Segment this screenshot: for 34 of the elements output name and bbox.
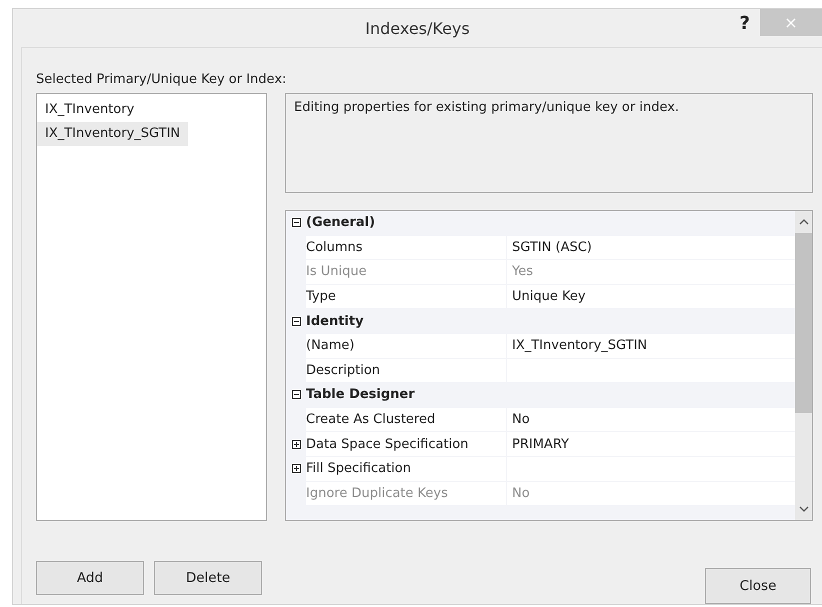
scroll-up-icon[interactable]: [798, 219, 808, 225]
category-label: Identity: [306, 314, 364, 329]
delete-button[interactable]: Delete: [154, 561, 262, 595]
property-name[interactable]: Data Space Specification: [306, 432, 507, 456]
add-button[interactable]: Add: [36, 561, 144, 595]
expand-icon[interactable]: [292, 440, 300, 449]
list-item[interactable]: IX_TInventory: [37, 98, 142, 122]
property-value-cell[interactable]: Unique Key: [507, 284, 795, 308]
list-label: Selected Primary/Unique Key or Index:: [36, 72, 288, 87]
property-name[interactable]: Fill Specification: [306, 456, 507, 481]
expand-icon[interactable]: [292, 464, 300, 474]
property-value-cell[interactable]: PRIMARY: [507, 432, 795, 456]
window-title: Indexes/Keys: [365, 19, 470, 38]
collapse-icon[interactable]: [292, 218, 300, 228]
property-value-cell[interactable]: SGTIN (ASC): [507, 236, 795, 260]
property-name[interactable]: Description: [306, 358, 507, 382]
property-value-cell[interactable]: No: [507, 408, 795, 432]
property-name[interactable]: (Name): [306, 334, 507, 358]
property-name[interactable]: Type: [306, 284, 507, 308]
collapse-icon[interactable]: [292, 390, 300, 400]
collapse-icon[interactable]: [292, 316, 300, 326]
close-dialog-button[interactable]: Close: [705, 568, 811, 604]
category-label: Table Designer: [306, 387, 415, 402]
property-value-cell[interactable]: [507, 358, 795, 382]
property-name[interactable]: Columns: [306, 236, 507, 260]
scroll-down-icon[interactable]: [798, 506, 808, 512]
help-button[interactable]: ?: [736, 13, 754, 34]
property-value-cell[interactable]: IX_TInventory_SGTIN: [507, 334, 795, 358]
category-label: (General): [306, 215, 376, 230]
property-name[interactable]: Create As Clustered: [306, 408, 507, 432]
scrollbar[interactable]: [795, 211, 812, 520]
scroll-thumb[interactable]: [795, 233, 812, 413]
description-text: Editing properties for existing primary/unique key or index.: [285, 93, 813, 193]
list-item[interactable]: IX_TInventory_SGTIN: [37, 122, 188, 146]
